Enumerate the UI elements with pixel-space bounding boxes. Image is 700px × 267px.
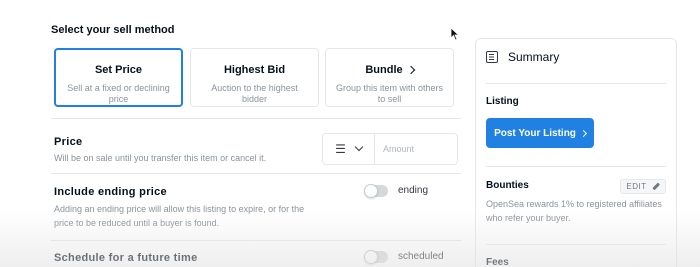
divider: [51, 173, 461, 174]
divider: [486, 83, 666, 84]
set-price-desc: Sell at a fixed or declining price: [67, 83, 170, 104]
bundle-option[interactable]: Bundle Group this item with others to se…: [325, 48, 454, 107]
bounties-desc: OpenSea rewards 1% to registered affilia…: [486, 199, 662, 223]
amount-input[interactable]: Amount: [375, 134, 457, 164]
mouse-cursor-icon: [450, 27, 460, 41]
schedule-toggle[interactable]: [364, 250, 388, 264]
ending-price-toggle[interactable]: [364, 184, 388, 198]
toggle-knob: [364, 250, 378, 264]
eth-icon: ☰: [335, 142, 346, 156]
highest-bid-title: Highest Bid: [223, 64, 286, 76]
sell-method-title: Select your sell method: [51, 24, 175, 36]
divider: [51, 118, 461, 119]
summary-header: Summary: [486, 50, 559, 64]
post-listing-label: Post Your Listing: [494, 127, 576, 139]
currency-select[interactable]: ☰: [323, 134, 375, 164]
ending-price-title: Include ending price: [54, 186, 167, 198]
price-input-group: ☰ Amount: [322, 133, 458, 165]
set-price-option[interactable]: Set Price Sell at a fixed or declining p…: [54, 48, 183, 107]
highest-bid-option[interactable]: Highest Bid Auction to the highest bidde…: [190, 48, 319, 107]
divider: [486, 244, 666, 245]
bundle-title: Bundle: [365, 64, 403, 76]
schedule-toggle-label: scheduled: [398, 251, 444, 262]
price-desc: Will be on sale until you transfer this …: [54, 153, 267, 163]
bounties-label: Bounties: [486, 180, 529, 191]
toggle-knob: [364, 184, 378, 198]
edit-label: EDIT: [626, 182, 647, 191]
set-price-title: Set Price: [94, 64, 143, 76]
divider: [51, 240, 461, 241]
ending-toggle-label: ending: [398, 185, 429, 196]
chevron-down-icon: [354, 142, 364, 152]
schedule-title: Schedule for a future time: [54, 252, 198, 264]
chevron-right-icon: [406, 65, 415, 75]
summary-title: Summary: [508, 50, 560, 64]
listing-label: Listing: [486, 96, 519, 107]
list-icon: [486, 51, 498, 63]
price-title: Price: [54, 136, 83, 148]
post-listing-button[interactable]: Post Your Listing: [486, 118, 594, 148]
bundle-title-wrap: Bundle: [365, 64, 415, 76]
summary-panel: Summary Listing Post Your Listing Bounti…: [475, 38, 677, 267]
bundle-desc: Group this item with others to sell: [335, 83, 444, 104]
divider: [486, 166, 666, 167]
chevron-right-icon: [579, 129, 587, 137]
sell-form: Select your sell method Set Price Sell a…: [51, 0, 461, 267]
ending-price-desc: Adding an ending price will allow this l…: [54, 204, 305, 228]
edit-bounties-button[interactable]: EDIT: [620, 179, 666, 194]
fees-label: Fees: [486, 257, 509, 267]
pencil-icon: [651, 182, 660, 191]
highest-bid-desc: Auction to the highest bidder: [211, 83, 298, 104]
